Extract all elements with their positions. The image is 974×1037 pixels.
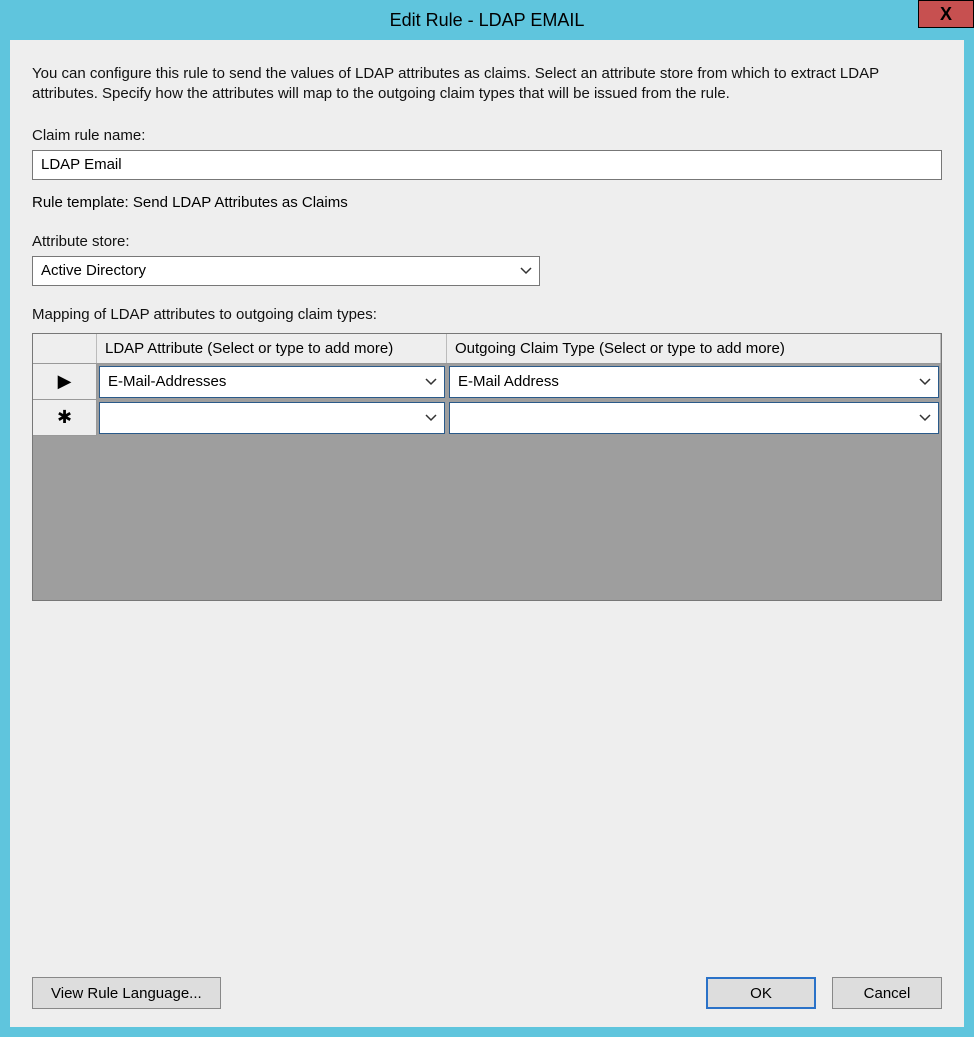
- table-row: ✱: [33, 400, 941, 436]
- dialog-footer: View Rule Language... OK Cancel: [32, 967, 942, 1009]
- new-row-icon: ✱: [57, 407, 72, 428]
- grid-header-claim-type: Outgoing Claim Type (Select or type to a…: [447, 334, 941, 363]
- close-button[interactable]: X: [918, 0, 974, 28]
- attribute-store-combobox[interactable]: Active Directory: [32, 256, 540, 286]
- attribute-store-label: Attribute store:: [32, 233, 942, 250]
- rule-template-prefix: Rule template:: [32, 194, 133, 211]
- ldap-attr-combobox[interactable]: [99, 402, 445, 434]
- titlebar: Edit Rule - LDAP EMAIL X: [0, 0, 974, 40]
- mapping-label: Mapping of LDAP attributes to outgoing c…: [32, 306, 942, 323]
- chevron-down-icon: [519, 264, 533, 278]
- chevron-down-icon: [424, 411, 438, 425]
- window-title: Edit Rule - LDAP EMAIL: [390, 10, 585, 31]
- table-row: ▶ E-Mail-Addresses E-Mail Address: [33, 364, 941, 400]
- chevron-down-icon: [424, 375, 438, 389]
- grid-header-ldap-attr: LDAP Attribute (Select or type to add mo…: [97, 334, 447, 363]
- claim-type-combobox[interactable]: E-Mail Address: [449, 366, 939, 398]
- mapping-grid: LDAP Attribute (Select or type to add mo…: [32, 333, 942, 601]
- current-row-icon: ▶: [58, 371, 72, 392]
- edit-rule-window: Edit Rule - LDAP EMAIL X You can configu…: [0, 0, 974, 1037]
- grid-header-row: LDAP Attribute (Select or type to add mo…: [33, 334, 941, 364]
- row-marker[interactable]: ✱: [33, 400, 97, 436]
- cancel-button[interactable]: Cancel: [832, 977, 942, 1009]
- claim-rule-name-input[interactable]: [32, 150, 942, 180]
- spacer: [32, 601, 942, 968]
- chevron-down-icon: [918, 411, 932, 425]
- description-text: You can configure this rule to send the …: [32, 64, 942, 105]
- ldap-attr-combobox[interactable]: E-Mail-Addresses: [99, 366, 445, 398]
- dialog-content: You can configure this rule to send the …: [10, 40, 964, 1027]
- view-rule-language-button[interactable]: View Rule Language...: [32, 977, 221, 1009]
- attribute-store-value: Active Directory: [41, 262, 146, 279]
- rule-template-value: Send LDAP Attributes as Claims: [133, 194, 348, 211]
- claim-type-value: E-Mail Address: [458, 373, 559, 390]
- close-icon: X: [940, 4, 952, 25]
- claim-type-combobox[interactable]: [449, 402, 939, 434]
- ok-button[interactable]: OK: [706, 977, 816, 1009]
- grid-body: ▶ E-Mail-Addresses E-Mail Address: [33, 364, 941, 436]
- row-marker[interactable]: ▶: [33, 364, 97, 400]
- rule-template-text: Rule template: Send LDAP Attributes as C…: [32, 194, 942, 211]
- claim-rule-name-label: Claim rule name:: [32, 127, 942, 144]
- grid-header-rowselect: [33, 334, 97, 363]
- chevron-down-icon: [918, 375, 932, 389]
- ldap-attr-value: E-Mail-Addresses: [108, 373, 226, 390]
